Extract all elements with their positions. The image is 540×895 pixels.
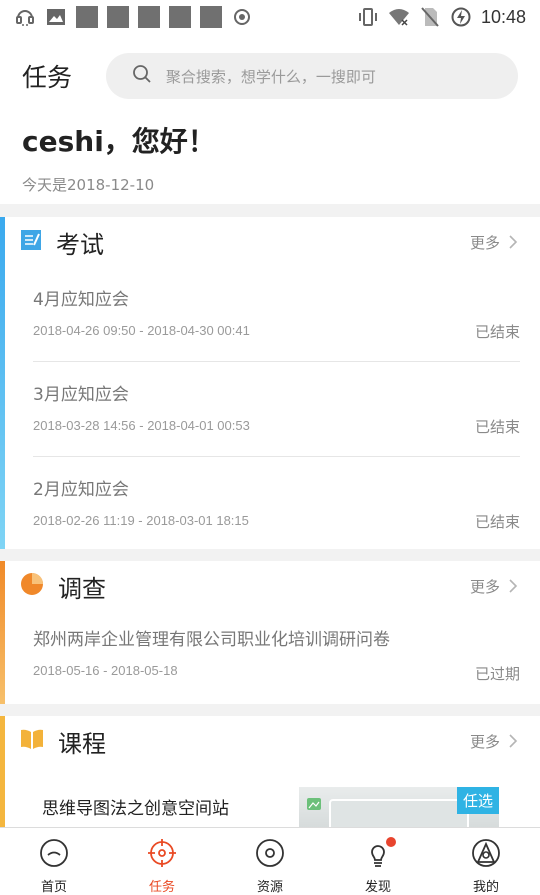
tab-label: 首页 [40,880,67,895]
book-icon [20,728,44,754]
exam-item-title: 3月应知应会 [33,385,129,405]
chevron-right-icon [509,579,518,593]
exam-item-title: 2月应知应会 [33,480,129,500]
greeting-panel: ceshi，您好！ 今天是2018-12-10 [0,118,540,204]
tab-label: 我的 [472,880,499,895]
section-accent-bar [0,716,5,827]
search-icon [132,64,152,88]
survey-item-date: 2018-05-16 - 2018-05-18 [33,663,178,678]
more-label: 更多 [469,732,500,751]
greeting-date: 今天是2018-12-10 [22,176,155,194]
image-badge-icon [307,795,321,814]
chevron-right-icon [509,734,518,748]
vibrate-icon [357,6,379,28]
tab-profile[interactable]: 我的 [432,828,540,895]
exam-item[interactable]: 2月应知应会 2018-02-26 11:19 - 2018-03-01 18:… [33,457,520,552]
target-icon [147,838,177,872]
search-bar[interactable]: 聚合搜索，想学什么，一搜即可 [105,53,518,99]
section-accent-bar [0,561,5,704]
bottom-tab-bar: 首页 任务 资源 发现 我的 [0,827,540,895]
course-thumbnail[interactable]: 任选 [299,787,499,827]
home-icon [39,838,69,872]
disc-icon [255,838,285,872]
status-badge: 已结束 [474,418,520,436]
section-title: 考试 [56,230,104,259]
greeting-title: ceshi，您好！ [22,125,216,158]
exam-item[interactable]: 4月应知应会 2018-04-26 09:50 - 2018-04-30 00:… [33,267,520,362]
course-more-link[interactable]: 更多 [470,731,518,752]
battery-charging-icon [450,6,472,28]
section-accent-bar [0,217,5,549]
survey-item-title: 郑州两岸企业管理有限公司职业化培训调研问卷 [33,630,390,650]
tab-label: 发现 [364,880,391,895]
status-badge: 已过期 [474,665,520,683]
section-title: 调查 [58,574,106,603]
thumbnail-image [329,799,469,827]
tab-task[interactable]: 任务 [108,828,216,895]
exam-item-title: 4月应知应会 [33,290,129,310]
status-bar: 10:48 [0,0,540,34]
more-label: 更多 [469,577,500,596]
exam-icon [20,229,42,255]
survey-more-link[interactable]: 更多 [470,576,518,597]
tab-label: 任务 [148,880,175,895]
exam-section: 考试 更多 4月应知应会 2018-04-26 09:50 - 2018-04-… [0,217,540,549]
course-section: 课程 更多 思维导图法之创意空间站 任选 [0,716,540,827]
tab-home[interactable]: 首页 [0,828,108,895]
notification-icon [200,6,222,28]
status-badge: 已结束 [474,513,520,531]
search-input[interactable]: 聚合搜索，想学什么，一搜即可 [166,66,376,87]
tab-discover[interactable]: 发现 [324,828,432,895]
image-icon [45,6,67,28]
section-title: 课程 [58,729,106,758]
record-icon [231,6,253,28]
course-tag: 任选 [456,787,499,814]
tab-resources[interactable]: 资源 [216,828,324,895]
notification-icon [169,6,191,28]
notification-dot [386,837,396,847]
exam-section-header: 考试 更多 [0,217,540,267]
exam-item[interactable]: 3月应知应会 2018-03-28 14:56 - 2018-04-01 00:… [33,362,520,457]
exam-more-link[interactable]: 更多 [470,232,518,253]
status-badge: 已结束 [474,323,520,341]
notification-icon [76,6,98,28]
app-header: 任务 聚合搜索，想学什么，一搜即可 [0,34,540,118]
survey-item[interactable]: 郑州两岸企业管理有限公司职业化培训调研问卷 2018-05-16 - 2018-… [33,611,520,706]
exam-item-date: 2018-02-26 11:19 - 2018-03-01 18:15 [33,513,249,528]
notification-icon [138,6,160,28]
course-section-header: 课程 更多 [0,716,540,766]
exam-item-date: 2018-03-28 14:56 - 2018-04-01 00:53 [33,418,250,433]
chevron-right-icon [509,235,518,249]
wifi-icon [388,6,410,28]
survey-section-header: 调查 更多 [0,561,540,611]
clock-time: 10:48 [480,6,526,27]
tab-label: 资源 [256,880,283,895]
course-item-title[interactable]: 思维导图法之创意空间站 [42,794,229,819]
no-sim-icon [419,6,441,28]
notification-icon [107,6,129,28]
survey-section: 调查 更多 郑州两岸企业管理有限公司职业化培训调研问卷 2018-05-16 -… [0,561,540,704]
assistant-icon [14,6,36,28]
pie-chart-icon [20,572,44,600]
page-title: 任务 [22,63,73,92]
more-label: 更多 [469,233,500,252]
profile-icon [471,838,501,872]
exam-item-date: 2018-04-26 09:50 - 2018-04-30 00:41 [33,323,250,338]
